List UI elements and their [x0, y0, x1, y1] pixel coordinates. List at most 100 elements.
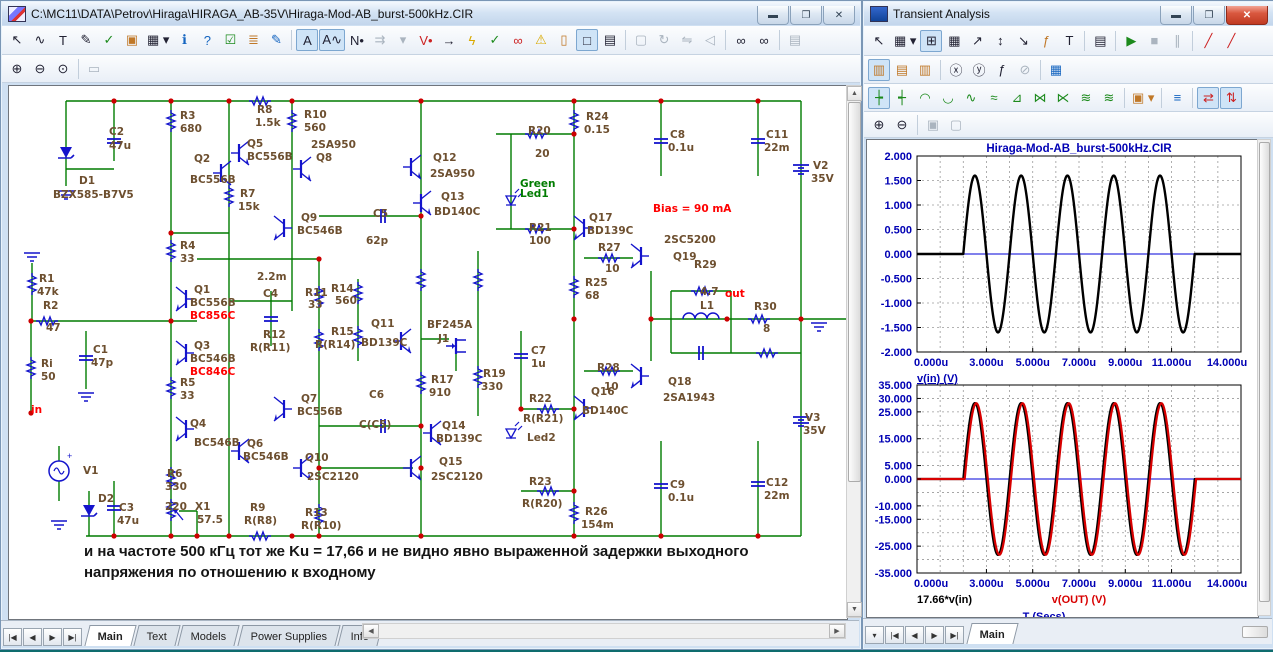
analysis-plot-area[interactable]: 2.0001.5001.0000.5000.000-0.500-1.000-1.… — [866, 139, 1259, 618]
vscroll-thumb[interactable] — [848, 102, 861, 482]
panel-both-toggle[interactable]: ▤ — [891, 59, 913, 81]
cursor-high[interactable]: ∿ — [960, 87, 982, 109]
find-next-button[interactable]: ∞ — [753, 29, 775, 51]
scroll-left-button[interactable]: ◀ — [363, 624, 379, 638]
scroll-right-button[interactable]: ▶ — [829, 624, 845, 638]
cursor-global-low[interactable]: ⋉ — [1052, 87, 1074, 109]
tab-prev-button[interactable]: ◀ — [905, 626, 924, 644]
voltage-toggle[interactable]: V• — [415, 29, 437, 51]
border-display[interactable]: ≣ — [242, 29, 264, 51]
fx-settings[interactable]: ƒ — [991, 59, 1013, 81]
close-button[interactable]: ✕ — [823, 6, 855, 25]
tab-last-button[interactable]: ▶| — [63, 628, 82, 646]
edit-table-button[interactable]: ▦ — [1045, 59, 1067, 81]
pin-arrow-toggle[interactable]: → — [438, 29, 460, 51]
help-icon[interactable]: ? — [196, 29, 218, 51]
tab-prev-button[interactable]: ◀ — [23, 628, 42, 646]
formula-text[interactable]: ƒ — [1035, 30, 1057, 52]
select-tool[interactable]: ↖ — [868, 30, 890, 52]
data-points-toggle[interactable]: ╱ — [1197, 30, 1219, 52]
tab-last-button[interactable]: ▶| — [945, 626, 964, 644]
numeric-output-button[interactable]: ≡ — [1166, 87, 1188, 109]
tab-power-supplies[interactable]: Power Supplies — [237, 625, 341, 646]
tab-first-button[interactable]: |◀ — [3, 628, 22, 646]
minimize-button[interactable]: ▬ — [1160, 6, 1192, 25]
shapes-menu[interactable]: ▦ ▾ — [891, 30, 919, 52]
zoom-100-button[interactable]: ⊙ — [52, 58, 74, 80]
cursor-inflection[interactable]: ⊿ — [1006, 87, 1028, 109]
clipboard-menu[interactable]: ▣ ▾ — [1129, 87, 1157, 109]
horizontal-cursor-toggle[interactable]: ⇄ — [1197, 87, 1219, 109]
tab-text[interactable]: Text — [133, 625, 180, 646]
point-tag-mode[interactable]: ↗ — [966, 30, 988, 52]
zoom-in-button[interactable]: ⊕ — [868, 114, 890, 136]
cursor-next-right[interactable]: ┽ — [891, 87, 913, 109]
zoom-out-button[interactable]: ⊖ — [891, 114, 913, 136]
x-axis-settings[interactable]: ⓧ — [945, 59, 967, 81]
component-picker[interactable]: ▣ — [121, 29, 143, 51]
restore-button[interactable]: ❐ — [790, 6, 822, 25]
plot-tab-main[interactable]: Main — [966, 623, 1018, 644]
schematic-canvas[interactable]: +C247uD1BZX585-B7V5R3680R81.5kR10560Q5BC… — [8, 85, 848, 620]
zoom-in-button[interactable]: ⊕ — [6, 58, 28, 80]
text-mode[interactable]: T — [52, 29, 74, 51]
panel-left-toggle[interactable]: ▥ — [868, 59, 890, 81]
power-toggle[interactable]: ϟ — [461, 29, 483, 51]
analysis-vscrollbar[interactable] — [1257, 139, 1271, 616]
scroll-up-button[interactable]: ▲ — [847, 86, 862, 101]
tab-next-button[interactable]: ▶ — [43, 628, 62, 646]
analysis-vscroll-thumb[interactable] — [1259, 142, 1270, 602]
select-tool[interactable]: ↖ — [6, 29, 28, 51]
tab-main[interactable]: Main — [84, 625, 136, 646]
text-mode[interactable]: T — [1058, 30, 1080, 52]
condition-toggle[interactable]: ✓ — [484, 29, 506, 51]
flag-mode[interactable]: ✓ — [98, 29, 120, 51]
probe-glasses[interactable]: ∞ — [507, 29, 529, 51]
minimize-button[interactable]: ▬ — [757, 6, 789, 25]
close-button[interactable]: ✕ — [1226, 6, 1268, 25]
annotate-tool[interactable]: ✎ — [265, 29, 287, 51]
select-region[interactable]: □ — [576, 29, 598, 51]
shapes-menu[interactable]: ▦ ▾ — [144, 29, 172, 51]
properties-button[interactable]: ▤ — [599, 29, 621, 51]
tab-models[interactable]: Models — [178, 625, 241, 646]
tab-next-button[interactable]: ▶ — [925, 626, 944, 644]
schematic-label: R24 — [586, 111, 609, 123]
scale-mode[interactable]: ⊞ — [920, 30, 942, 52]
cursor-valley[interactable]: ◡ — [937, 87, 959, 109]
warning-toggle[interactable]: ⚠ — [530, 29, 552, 51]
attribute-text-toggle[interactable]: A — [296, 29, 318, 51]
find-button[interactable]: ∞ — [730, 29, 752, 51]
wire-mode[interactable]: ∿ — [29, 29, 51, 51]
node-voltage-toggle[interactable]: N• — [346, 29, 368, 51]
graphics-mode[interactable]: ✎ — [75, 29, 97, 51]
run-button[interactable]: ▶ — [1120, 30, 1142, 52]
sheet-icon[interactable]: ▯ — [553, 29, 575, 51]
cursor-global-high[interactable]: ⋈ — [1029, 87, 1051, 109]
model-check[interactable]: ☑ — [219, 29, 241, 51]
restore-button[interactable]: ❐ — [1193, 6, 1225, 25]
properties-button[interactable]: ▤ — [1089, 30, 1111, 52]
cursor-mode[interactable]: ▦ — [943, 30, 965, 52]
vertical-tag-mode[interactable]: ↕ — [989, 30, 1011, 52]
cursor-next-left[interactable]: ┾ — [868, 87, 890, 109]
cursor-peak[interactable]: ◠ — [914, 87, 936, 109]
zoom-out-button[interactable]: ⊖ — [29, 58, 51, 80]
y-axis-settings[interactable]: ⓨ — [968, 59, 990, 81]
info-icon[interactable]: ℹ — [173, 29, 195, 51]
plot-select-dropdown[interactable]: ▾ — [865, 626, 884, 644]
tab-first-button[interactable]: |◀ — [885, 626, 904, 644]
schematic-titlebar[interactable]: C:\MC11\DATA\Petrov\Hiraga\HIRAGA_AB-35V… — [2, 2, 860, 25]
horizontal-tag-mode[interactable]: ↘ — [1012, 30, 1034, 52]
cursor-bottom[interactable]: ≋ — [1098, 87, 1120, 109]
cursor-top[interactable]: ≋ — [1075, 87, 1097, 109]
panel-right-toggle[interactable]: ▥ — [914, 59, 936, 81]
scroll-down-button[interactable]: ▼ — [847, 602, 862, 617]
vertical-cursor-toggle[interactable]: ⇅ — [1220, 87, 1242, 109]
node-numbers-toggle[interactable]: A∿ — [319, 29, 345, 51]
tokens-toggle[interactable]: ╱ — [1220, 30, 1242, 52]
schematic-vscrollbar[interactable]: ▲ ▼ — [846, 85, 861, 618]
cursor-low[interactable]: ≈ — [983, 87, 1005, 109]
analysis-hscroll-thumb[interactable] — [1242, 626, 1268, 638]
schematic-hscrollbar[interactable]: ◀ ▶ — [362, 623, 846, 639]
